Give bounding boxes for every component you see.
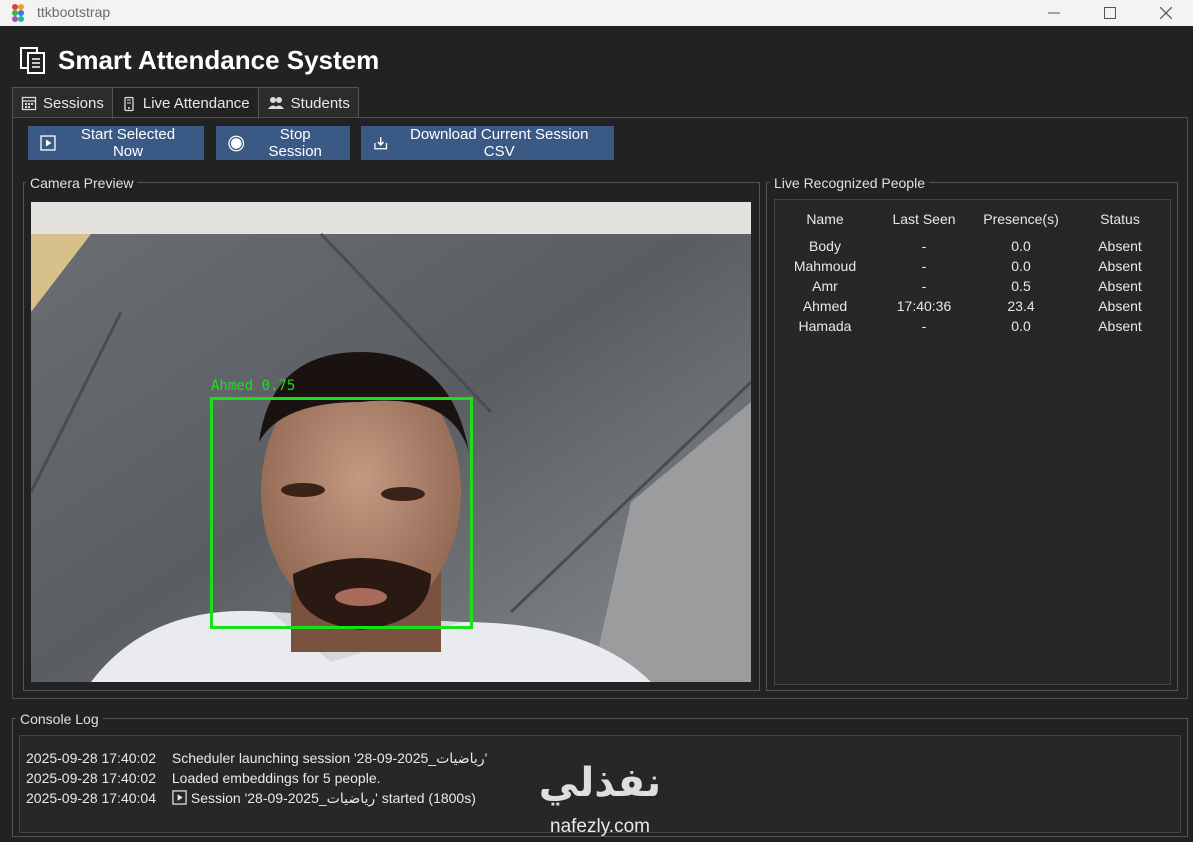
app-header: Smart Attendance System [18,44,379,76]
maximize-icon [1104,7,1116,19]
maximize-button[interactable] [1081,0,1139,26]
cell-presence: 0.0 [1011,238,1031,254]
cell-last-seen: 17:40:36 [896,298,952,314]
minimize-button[interactable] [1025,0,1083,26]
start-selected-label: Start Selected Now [80,126,176,160]
cell-presence: 0.5 [1011,278,1031,294]
download-icon [374,137,388,150]
recognized-people-table: Name Last Seen Presence(s) Status Body -… [774,199,1171,685]
column-header-presence[interactable]: Presence(s) [971,211,1071,227]
cell-presence: 0.0 [1011,318,1031,334]
table-row[interactable]: Body - 0.0 Absent [775,238,1170,258]
window-titlebar: ttkbootstrap [0,0,1193,26]
stop-session-label: Stop Session [268,126,322,160]
log-timestamp: 2025-09-28 17:40:04 [26,790,156,806]
log-line: 2025-09-28 17:40:02 Scheduler launching … [26,750,487,767]
watermark-arabic: نفذلي [538,761,662,805]
cell-presence: 0.0 [1011,258,1031,274]
tab-sessions-label: Sessions [43,94,104,112]
face-detection-label: Ahmed 0.75 [211,378,296,394]
table-row[interactable]: Mahmoud - 0.0 Absent [775,258,1170,278]
log-message: Scheduler launching session '28-09-2025_… [171,750,488,766]
cell-last-seen: - [921,238,927,254]
cell-status: Absent [1098,278,1142,294]
documents-icon [20,47,45,74]
cell-last-seen: - [921,258,927,274]
phone-icon [124,96,134,111]
download-csv-label: Download Current Session CSV [409,126,589,160]
play-icon [40,135,56,151]
table-row[interactable]: Hamada - 0.0 Absent [775,318,1170,338]
page-title: Smart Attendance System [58,44,380,75]
column-header-name[interactable]: Name [785,211,865,227]
tab-live-attendance-label: Live Attendance [142,95,250,112]
log-timestamp: 2025-09-28 17:40:02 [26,770,156,786]
close-icon [1160,7,1172,19]
cell-name: Amr [812,278,838,294]
camera-preview-label: Camera Preview [26,175,138,191]
minimize-icon [1048,12,1060,14]
log-timestamp: 2025-09-28 17:40:02 [26,750,156,766]
cell-status: Absent [1098,258,1142,274]
cell-status: Absent [1098,318,1142,334]
cell-name: Body [809,238,841,254]
cell-last-seen: - [921,278,927,294]
column-header-status[interactable]: Status [1080,211,1160,227]
tab-bar: Sessions Live Attendance Students [12,87,359,119]
log-message: Session '28-09-2025_رياضيات' started (18… [190,790,476,806]
tab-live-attendance[interactable]: Live Attendance [111,87,259,119]
close-button[interactable] [1137,0,1193,26]
watermark: نفذلي nafezly.com [525,760,675,840]
log-message: Loaded embeddings for 5 people. [171,770,381,786]
cell-presence: 23.4 [1007,298,1035,314]
cell-status: Absent [1098,298,1142,314]
calendar-icon [21,96,37,111]
console-log-label: Console Log [16,711,103,727]
tab-students[interactable]: Students [257,87,359,118]
users-icon [267,97,284,109]
stop-session-button[interactable]: Stop Session [216,126,350,160]
play-icon [172,790,187,805]
log-line: 2025-09-28 17:40:02 Loaded embeddings fo… [26,770,381,786]
cell-status: Absent [1098,238,1142,254]
cell-name: Mahmoud [793,258,857,274]
tab-students-label: Students [290,94,350,112]
watermark-latin: nafezly.com [550,816,650,837]
column-header-last-seen[interactable]: Last Seen [879,211,969,227]
table-row[interactable]: Amr - 0.5 Absent [775,278,1170,298]
tab-sessions[interactable]: Sessions [12,87,113,118]
start-selected-button[interactable]: Start Selected Now [28,126,204,160]
log-line: 2025-09-28 17:40:04 Session '28-09-2025_… [26,790,476,807]
cell-name: Hamada [798,318,852,334]
cell-name: Ahmed [802,298,848,314]
app-logo-icon [12,4,24,22]
live-recognized-label: Live Recognized People [770,175,929,191]
cell-last-seen: - [921,318,927,334]
window-title: ttkbootstrap [37,4,111,20]
download-csv-button[interactable]: Download Current Session CSV [361,126,614,160]
stop-circle-icon [228,135,245,151]
table-row[interactable]: Ahmed 17:40:36 23.4 Absent [775,298,1170,318]
face-detection-box [210,397,473,629]
